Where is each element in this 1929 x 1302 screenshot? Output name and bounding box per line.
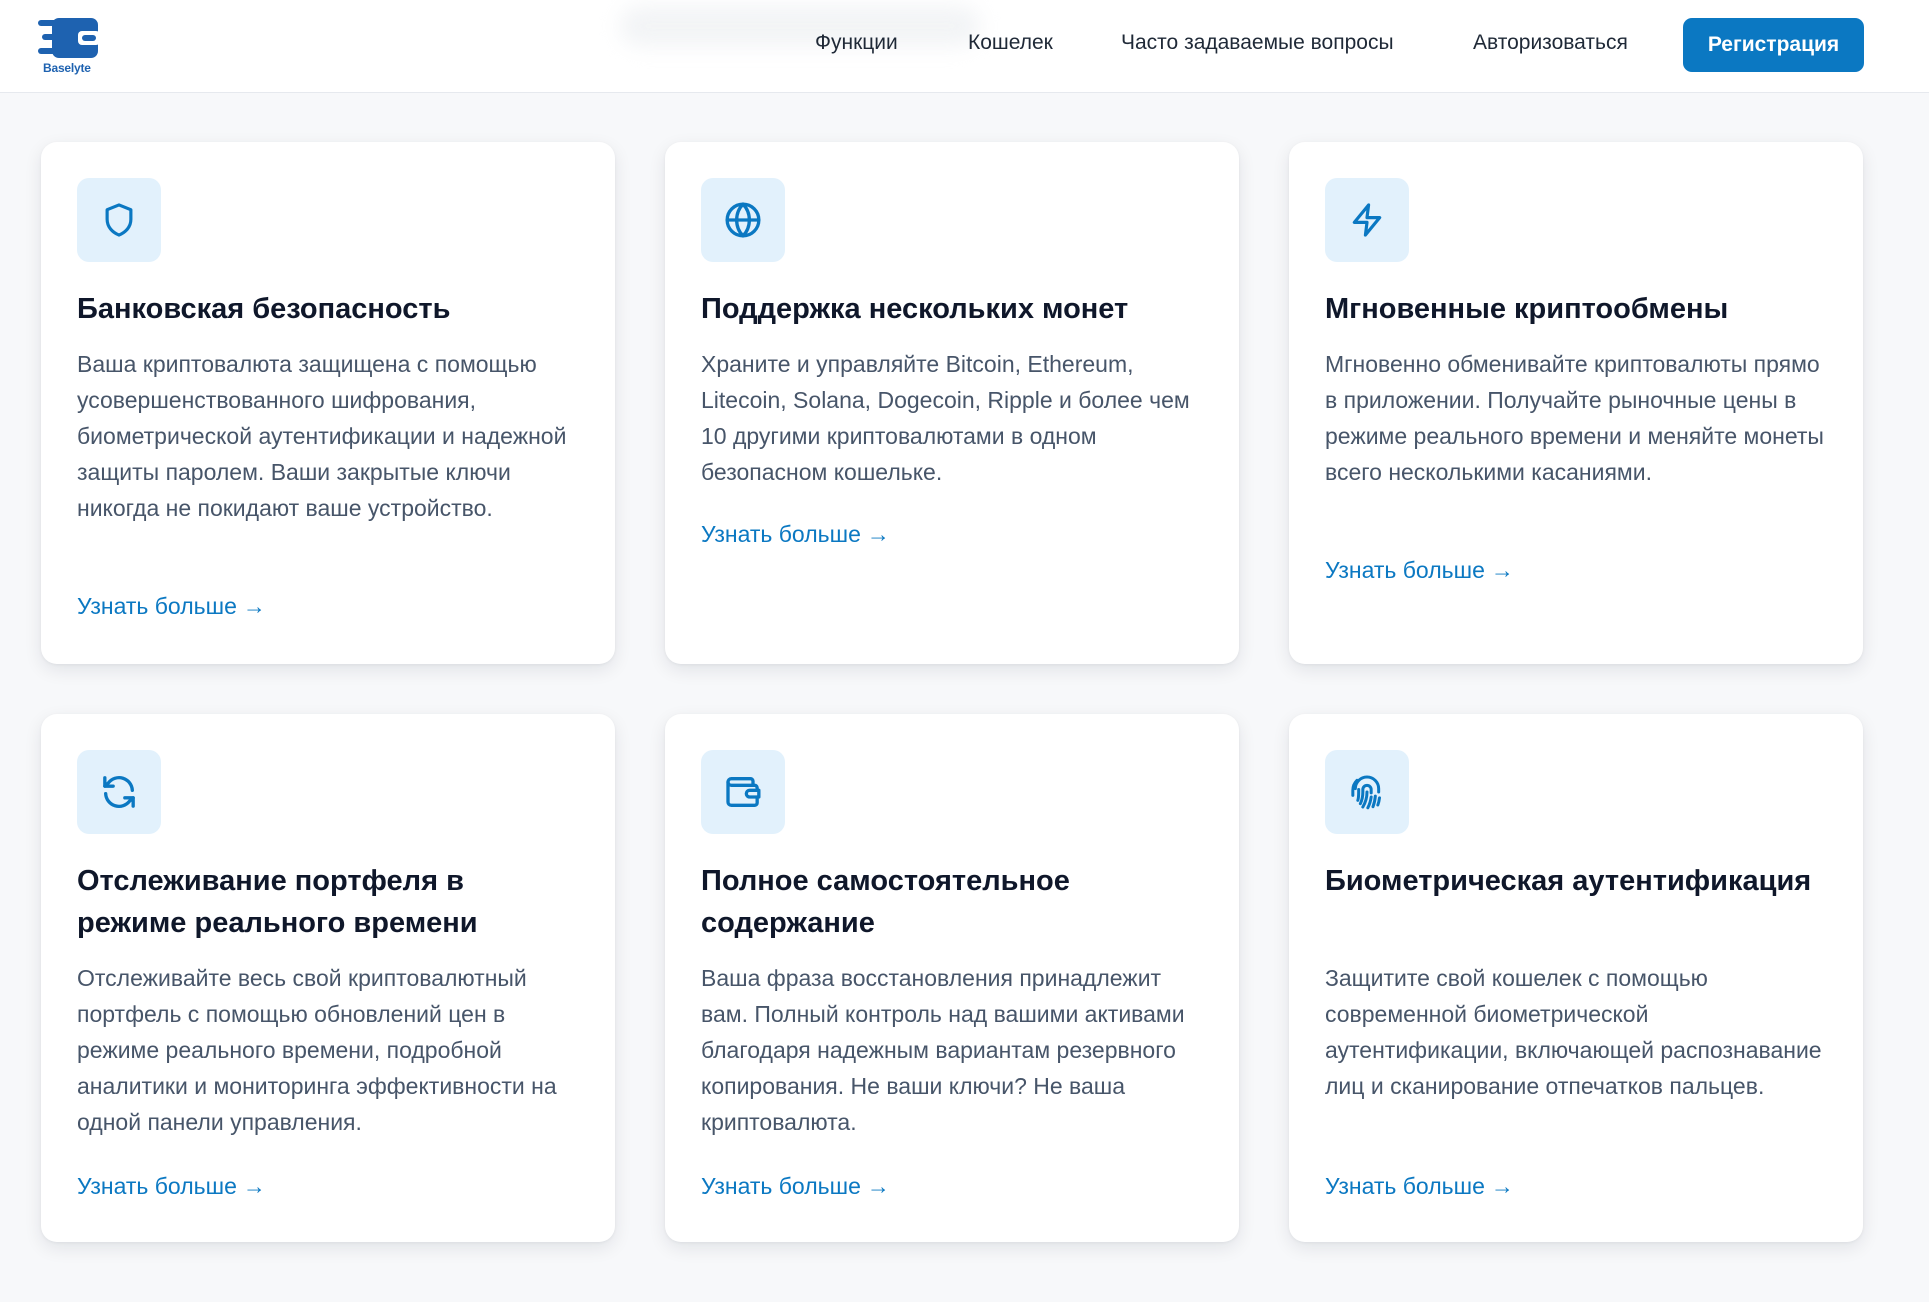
- wallet-icon: [726, 777, 761, 807]
- learn-more-link[interactable]: Узнать больше →: [1325, 1173, 1514, 1200]
- feature-icon-box: [701, 750, 785, 834]
- brand-name: Baselyte: [43, 61, 91, 75]
- feature-icon-box: [77, 178, 161, 262]
- learn-more-link[interactable]: Узнать больше →: [701, 1173, 890, 1200]
- feature-description: Ваша криптовалюта защищена с помощью усо…: [77, 351, 567, 521]
- feature-description: Отслеживайте весь свой криптовалютный по…: [77, 965, 557, 1135]
- learn-more-label: Узнать больше: [77, 1173, 237, 1199]
- site-header: Baselyte Функции Кошелек Часто задаваемы…: [0, 0, 1929, 93]
- learn-more-label: Узнать больше: [1325, 557, 1485, 583]
- arrow-right-icon: →: [1490, 1173, 1514, 1199]
- learn-more-link[interactable]: Узнать больше →: [701, 521, 890, 548]
- feature-card-portfolio: Отслеживание портфеля в режиме реального…: [41, 714, 615, 1242]
- feature-card-biometric: Биометрическая аутентификация Защитите с…: [1289, 714, 1863, 1242]
- feature-card-custody: Полное самостоятельное содержание Ваша ф…: [665, 714, 1239, 1242]
- feature-icon-box: [77, 750, 161, 834]
- register-button[interactable]: Регистрация: [1683, 18, 1864, 72]
- feature-icon-box: [701, 178, 785, 262]
- learn-more-link[interactable]: Узнать больше →: [77, 1173, 266, 1200]
- fingerprint-icon: [1351, 775, 1381, 810]
- feature-description: Храните и управляйте Bitcoin, Ethereum, …: [701, 351, 1190, 485]
- refresh-icon: [103, 775, 135, 809]
- feature-card-swaps: Мгновенные криптообмены Мгновенно обмени…: [1289, 142, 1863, 664]
- nav-faq[interactable]: Часто задаваемые вопросы: [1121, 31, 1394, 55]
- feature-card-multicoin: Поддержка нескольких монет Храните и упр…: [665, 142, 1239, 664]
- feature-title: Отслеживание портфеля в режиме реального…: [77, 865, 478, 939]
- arrow-right-icon: →: [866, 1173, 890, 1199]
- learn-more-link[interactable]: Узнать больше →: [77, 593, 266, 620]
- arrow-right-icon: →: [866, 521, 890, 547]
- feature-icon-box: [1325, 750, 1409, 834]
- arrow-right-icon: →: [242, 593, 266, 619]
- learn-more-label: Узнать больше: [701, 1173, 861, 1199]
- feature-description: Ваша фраза восстановления принадлежит ва…: [701, 965, 1185, 1135]
- feature-description: Мгновенно обменивайте криптовалюты прямо…: [1325, 351, 1824, 485]
- shield-icon: [105, 203, 133, 237]
- lightning-icon: [1352, 203, 1382, 237]
- feature-title: Мгновенные криптообмены: [1325, 293, 1729, 325]
- feature-icon-box: [1325, 178, 1409, 262]
- learn-more-link[interactable]: Узнать больше →: [1325, 557, 1514, 584]
- header-glow: [620, 6, 980, 46]
- arrow-right-icon: →: [242, 1173, 266, 1199]
- feature-description: Защитите свой кошелек с помощью современ…: [1325, 965, 1822, 1099]
- learn-more-label: Узнать больше: [701, 521, 861, 547]
- brand-logo[interactable]: Baselyte: [38, 14, 104, 76]
- learn-more-label: Узнать больше: [77, 593, 237, 619]
- learn-more-label: Узнать больше: [1325, 1173, 1485, 1199]
- feature-title: Поддержка нескольких монет: [701, 293, 1129, 325]
- feature-card-security: Банковская безопасность Ваша криптовалют…: [41, 142, 615, 664]
- feature-title: Банковская безопасность: [77, 293, 451, 325]
- nav-login[interactable]: Авторизоваться: [1473, 31, 1628, 55]
- feature-title: Полное самостоятельное содержание: [701, 865, 1070, 939]
- nav-wallet[interactable]: Кошелек: [968, 31, 1053, 55]
- arrow-right-icon: →: [1490, 557, 1514, 583]
- globe-icon: [725, 202, 761, 238]
- feature-title: Биометрическая аутентификация: [1325, 865, 1812, 897]
- nav-features[interactable]: Функции: [815, 31, 898, 55]
